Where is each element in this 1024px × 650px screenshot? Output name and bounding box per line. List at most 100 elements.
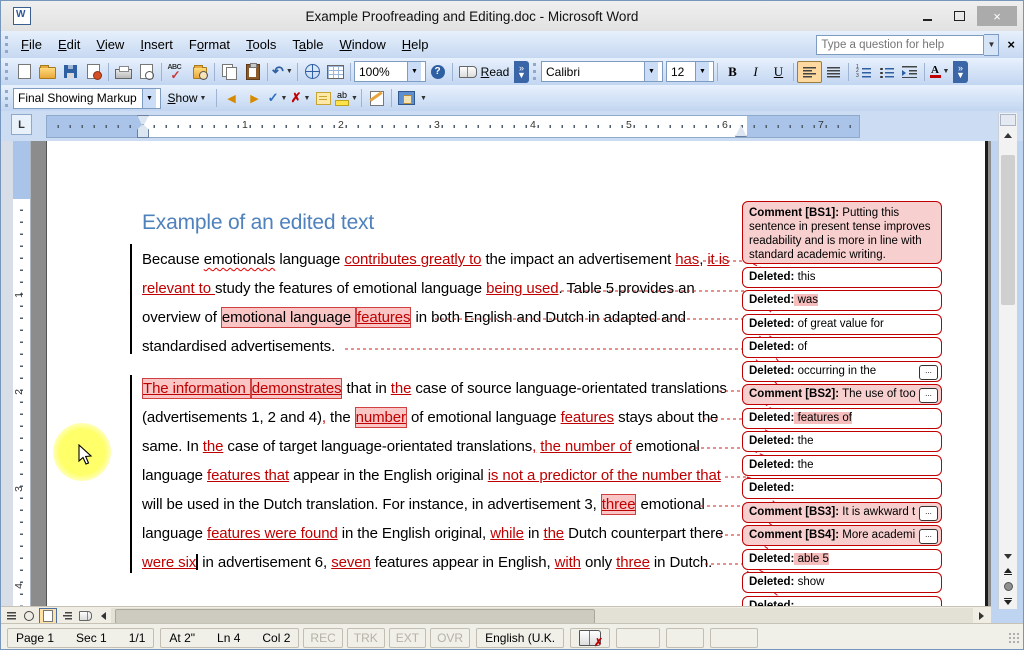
menu-view[interactable]: View (88, 34, 132, 55)
accept-change-button[interactable]: ✓▼ (266, 87, 289, 109)
comment-balloon[interactable]: Comment [BS2]: The use of too... (742, 384, 942, 405)
split-handle[interactable] (1000, 114, 1016, 126)
menu-help[interactable]: Help (394, 34, 437, 55)
font-color-button[interactable]: A▼ (928, 61, 951, 83)
maximize-button[interactable] (945, 6, 973, 26)
scroll-down-button[interactable] (999, 548, 1017, 564)
deleted-balloon[interactable]: Deleted: features of (742, 408, 942, 429)
toolbar-overflow-button[interactable]: »▼ (953, 61, 968, 83)
toolbar-grip[interactable] (5, 63, 8, 80)
display-for-review-combo[interactable]: Final Showing Markup▼ (13, 88, 161, 109)
toolbar-options-icon[interactable]: ▼ (420, 95, 427, 102)
menu-insert[interactable]: Insert (132, 34, 181, 55)
deleted-balloon[interactable]: Deleted: of (742, 337, 942, 358)
menu-tools[interactable]: Tools (238, 34, 284, 55)
comment-balloon[interactable]: Comment [BS3]: It is awkward t... (742, 502, 942, 523)
deleted-balloon[interactable]: Deleted: was (742, 290, 942, 311)
balloon-more-button[interactable]: ... (919, 388, 938, 403)
comment-balloon[interactable]: Comment [BS4]: More academi... (742, 525, 942, 546)
previous-change-button[interactable]: ◀ (220, 87, 243, 109)
scroll-left-button[interactable] (93, 609, 109, 623)
reviewing-pane-button[interactable] (395, 87, 418, 109)
deleted-balloon[interactable]: Deleted: occurring in the... (742, 361, 942, 382)
deleted-balloon[interactable]: Deleted: (742, 478, 942, 499)
status-toggle-trk[interactable]: TRK (347, 628, 385, 648)
menu-table[interactable]: Table (284, 34, 331, 55)
help-dropdown-icon[interactable]: ▼ (984, 34, 999, 56)
insert-table-button[interactable] (324, 61, 347, 83)
align-left-button[interactable] (797, 61, 822, 83)
horizontal-scroll-thumb[interactable] (115, 609, 595, 624)
deleted-balloon[interactable]: Deleted: the (742, 455, 942, 476)
copy-button[interactable] (218, 61, 241, 83)
select-browse-object-button[interactable] (999, 579, 1017, 594)
show-menu-button[interactable]: Show▼ (161, 87, 213, 109)
italic-button[interactable]: I (744, 61, 767, 83)
font-size-combo[interactable]: 12▼ (666, 61, 714, 82)
research-button[interactable] (188, 61, 211, 83)
increase-indent-button[interactable] (898, 61, 921, 83)
toolbar-grip[interactable] (5, 36, 8, 53)
menu-format[interactable]: Format (181, 34, 238, 55)
paste-button[interactable] (241, 61, 264, 83)
horizontal-ruler[interactable]: 1234567 (46, 115, 860, 138)
language-cell[interactable]: English (U.K. (476, 628, 564, 648)
align-justify-button[interactable] (822, 61, 845, 83)
deleted-balloon[interactable]: Deleted: show (742, 572, 942, 593)
spelling-status-cell[interactable] (570, 628, 610, 648)
menu-edit[interactable]: Edit (50, 34, 88, 55)
previous-page-button[interactable] (999, 564, 1017, 579)
status-toggle-ext[interactable]: EXT (389, 628, 426, 648)
balloon-more-button[interactable]: ... (919, 365, 938, 380)
insert-hyperlink-button[interactable] (301, 61, 324, 83)
toolbar-grip[interactable] (533, 63, 536, 80)
web-layout-view-button[interactable] (21, 609, 37, 623)
print-button[interactable] (112, 61, 135, 83)
vertical-scroll-thumb[interactable] (1001, 155, 1015, 305)
font-name-combo[interactable]: Calibri▼ (541, 61, 663, 82)
deleted-balloon[interactable]: Deleted: (742, 596, 942, 607)
deleted-balloon[interactable]: Deleted: this (742, 267, 942, 288)
minimize-button[interactable] (913, 6, 941, 26)
reading-layout-view-button[interactable] (77, 609, 93, 623)
reject-change-button[interactable]: ✗▼ (289, 87, 312, 109)
open-button[interactable] (36, 61, 59, 83)
spelling-grammar-button[interactable]: ABC✓ (165, 61, 188, 83)
help-question-input[interactable] (816, 35, 984, 55)
resize-grip[interactable] (1008, 632, 1020, 644)
toolbar-grip[interactable] (5, 90, 8, 107)
scroll-up-button[interactable] (999, 127, 1017, 143)
tab-selector[interactable]: L (11, 114, 32, 135)
horizontal-scroll-track[interactable] (111, 608, 973, 623)
vertical-scrollbar[interactable] (998, 113, 1017, 609)
next-page-button[interactable] (999, 594, 1017, 609)
save-button[interactable] (59, 61, 82, 83)
help-button[interactable]: ? (426, 61, 449, 83)
menubar-close-icon[interactable]: × (1007, 37, 1015, 52)
vertical-ruler[interactable]: 1234 (13, 141, 31, 606)
normal-view-button[interactable] (3, 609, 19, 623)
menu-file[interactable]: File (13, 34, 50, 55)
menu-window[interactable]: Window (332, 34, 394, 55)
close-button[interactable]: × (977, 6, 1017, 26)
permission-button[interactable] (82, 61, 105, 83)
bullets-button[interactable] (875, 61, 898, 83)
print-layout-view-button[interactable] (39, 608, 57, 624)
deleted-balloon[interactable]: Deleted: of great value for (742, 314, 942, 335)
status-toggle-rec[interactable]: REC (303, 628, 342, 648)
new-document-button[interactable] (13, 61, 36, 83)
next-change-button[interactable]: ▶ (243, 87, 266, 109)
numbering-button[interactable] (852, 61, 875, 83)
document-text[interactable]: Example of an edited text Because emotio… (142, 209, 754, 577)
status-toggle-ovr[interactable]: OVR (430, 628, 470, 648)
track-changes-button[interactable] (365, 87, 388, 109)
outline-view-button[interactable] (59, 609, 75, 623)
bold-button[interactable]: B (721, 61, 744, 83)
read-mode-button[interactable]: Read (456, 61, 512, 83)
deleted-balloon[interactable]: Deleted: able 5 (742, 549, 942, 570)
balloon-more-button[interactable]: ... (919, 506, 938, 521)
comment-balloon[interactable]: Comment [BS1]: Putting this sentence in … (742, 201, 942, 264)
deleted-balloon[interactable]: Deleted: the (742, 431, 942, 452)
insert-comment-button[interactable] (312, 87, 335, 109)
underline-button[interactable]: U (767, 61, 790, 83)
